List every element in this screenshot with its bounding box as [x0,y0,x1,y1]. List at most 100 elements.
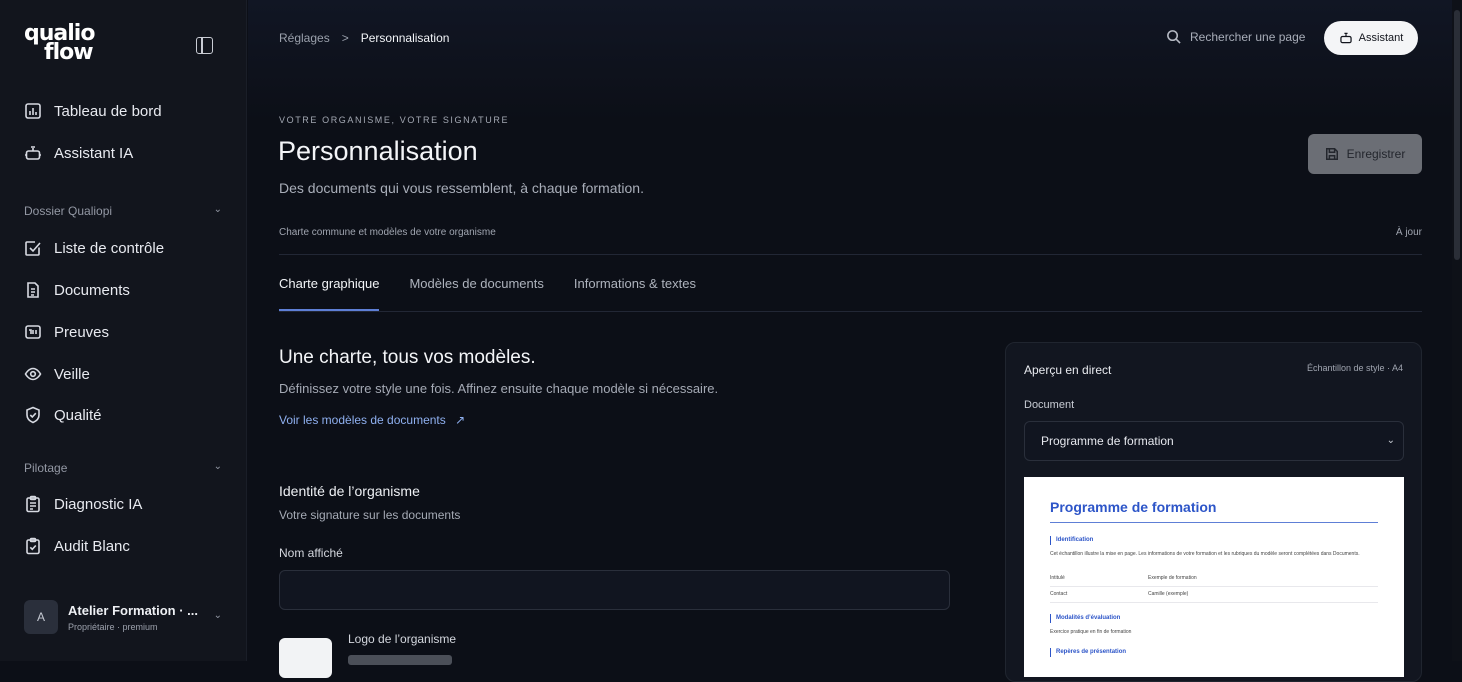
status-badge: À jour [1395,227,1422,238]
page-title: Personnalisation [278,136,478,166]
sidebar-item-label: Veille [54,365,90,383]
tab-charte-graphique[interactable]: Charte graphique [279,276,380,311]
sidebar-item-label: Qualité [54,406,102,424]
brand-logo[interactable]: qualio flow [24,23,95,64]
view-templates-link[interactable]: Voir les modèles de documents ↗ [279,413,465,427]
preview-title: Aperçu en direct [1024,363,1112,377]
tab-modeles-de-documents[interactable]: Modèles de documents [409,276,543,311]
doc-title: Programme de formation [1050,499,1217,515]
chevron-down-icon: ⌄ [213,610,222,621]
chevron-down-icon: ⌄ [213,204,222,215]
sidebar-item-label: Preuves [54,323,110,341]
sidebar-item-veille[interactable]: Veille [24,362,90,386]
page-meta: Charte commune et modèles de votre organ… [279,227,496,238]
chevron-down-icon: ⌄ [1386,435,1395,446]
clipboard-check-icon [24,537,42,555]
sidebar-collapse-icon[interactable] [196,37,213,54]
eye-icon [24,365,42,383]
scrollbar-thumb[interactable] [1454,10,1460,260]
logo-label: Logo de l’organisme [348,632,457,646]
breadcrumb-parent[interactable]: Réglages [279,31,330,45]
divider [279,311,1422,312]
sidebar-item-label: Tableau de bord [54,102,162,120]
search-button[interactable]: Rechercher une page [1166,29,1305,44]
section-heading: Une charte, tous vos modèles. [279,347,536,368]
section-title: Pilotage [24,461,68,475]
doc-row: Contact Camille (exemple) [1050,591,1378,603]
document-icon [24,281,42,299]
assistant-label: Assistant [1358,32,1404,44]
sidebar-item-label: Assistant IA [54,144,134,162]
display-name-input[interactable] [279,570,950,610]
section-dossier-qualiopi[interactable]: Dossier Qualiopi ⌄ [24,204,222,218]
doc-paragraph: Exercice pratique en fin de formation [1050,629,1132,635]
preview-badge: Échantillon de style · A4 [1306,363,1403,373]
tab-informations-textes[interactable]: Informations & textes [574,276,696,311]
doc-row-key: Contact [1050,591,1068,597]
sidebar-item-tableau-de-bord[interactable]: Tableau de bord [24,99,162,123]
sidebar-item-label: Audit Blanc [54,537,130,555]
doc-section-heading: Modalités d’évaluation [1050,614,1120,623]
assistant-button[interactable]: Assistant [1324,21,1418,55]
sidebar-item-label: Documents [54,281,130,299]
live-preview-card: Aperçu en direct Échantillon de style · … [1005,342,1422,682]
doc-row-value: Camille (exemple) [1148,591,1189,597]
dashboard-icon [24,102,42,120]
logo-preview[interactable] [279,638,332,678]
sidebar: qualio flow Tableau de bord Assistant IA… [0,0,247,661]
breadcrumb-separator: > [341,31,349,45]
document-select-value: Programme de formation [1041,434,1174,448]
scrollbar[interactable] [1452,0,1462,661]
breadcrumb-current: Personnalisation [360,31,450,45]
clipboard-list-icon [24,495,42,513]
sidebar-item-liste-de-controle[interactable]: Liste de contrôle [24,236,164,260]
doc-row: Intitulé Exemple de formation [1050,575,1378,587]
doc-row-key: Intitulé [1050,575,1065,581]
sidebar-item-preuves[interactable]: Preuves [24,320,109,344]
chevron-down-icon: ⌄ [213,461,222,472]
sidebar-item-audit-blanc[interactable]: Audit Blanc [24,534,130,558]
save-icon [1325,148,1338,160]
sidebar-item-label: Liste de contrôle [54,239,165,257]
section-pilotage[interactable]: Pilotage ⌄ [24,461,222,475]
main-content: Réglages > Personnalisation Rechercher une… [248,0,1462,682]
breadcrumb: Réglages > Personnalisation [279,31,449,45]
external-arrow-icon: ↗ [455,413,466,427]
search-label: Rechercher une page [1190,29,1306,44]
page-subtitle: Des documents qui vous ressemblent, à ch… [279,180,644,196]
link-label: Voir les modèles de documents [279,413,446,427]
robot-icon [1339,32,1352,44]
doc-section-heading: Identification [1050,536,1093,545]
doc-paragraph: Cet échantillon illustre la mise en page… [1050,551,1360,557]
save-button[interactable]: Enregistrer [1308,134,1422,174]
document-preview: Programme de formation Identification Ce… [1024,477,1404,677]
sidebar-item-label: Diagnostic IA [54,495,143,513]
name-label: Nom affiché [279,546,343,560]
sidebar-item-assistant-ia[interactable]: Assistant IA [24,141,133,165]
doc-row-value: Exemple de formation [1148,575,1197,581]
user-role: Propriétaire · premium [68,621,158,632]
sidebar-item-diagnostic-ia[interactable]: Diagnostic IA [24,492,142,516]
sidebar-item-qualite[interactable]: Qualité [24,403,102,427]
document-select[interactable]: Programme de formation ⌄ [1024,421,1404,461]
shield-check-icon [24,406,42,424]
folder-icon [24,323,42,341]
section-subheading: Définissez votre style une fois. Affinez… [279,381,719,396]
page-eyebrow: VOTRE ORGANISME, VOTRE SIGNATURE [279,115,510,125]
doc-section-heading: Repères de présentation [1050,648,1126,657]
checkbox-icon [24,239,42,257]
doc-rule [1050,522,1378,523]
logo-upload-button[interactable] [348,655,452,665]
tab-bar: Charte graphique Modèles de documents In… [279,276,726,311]
identity-subtitle: Votre signature sur les documents [279,508,461,522]
user-menu[interactable]: A Atelier Formation · ... Propriétaire ·… [24,600,224,634]
save-label: Enregistrer [1346,147,1406,161]
sidebar-item-documents[interactable]: Documents [24,278,130,302]
user-name: Atelier Formation · ... [68,602,199,618]
avatar: A [24,600,58,634]
robot-icon [24,144,42,162]
divider [279,254,1422,255]
search-icon [1167,30,1181,44]
section-title: Dossier Qualiopi [24,204,113,218]
document-label: Document [1024,399,1075,411]
